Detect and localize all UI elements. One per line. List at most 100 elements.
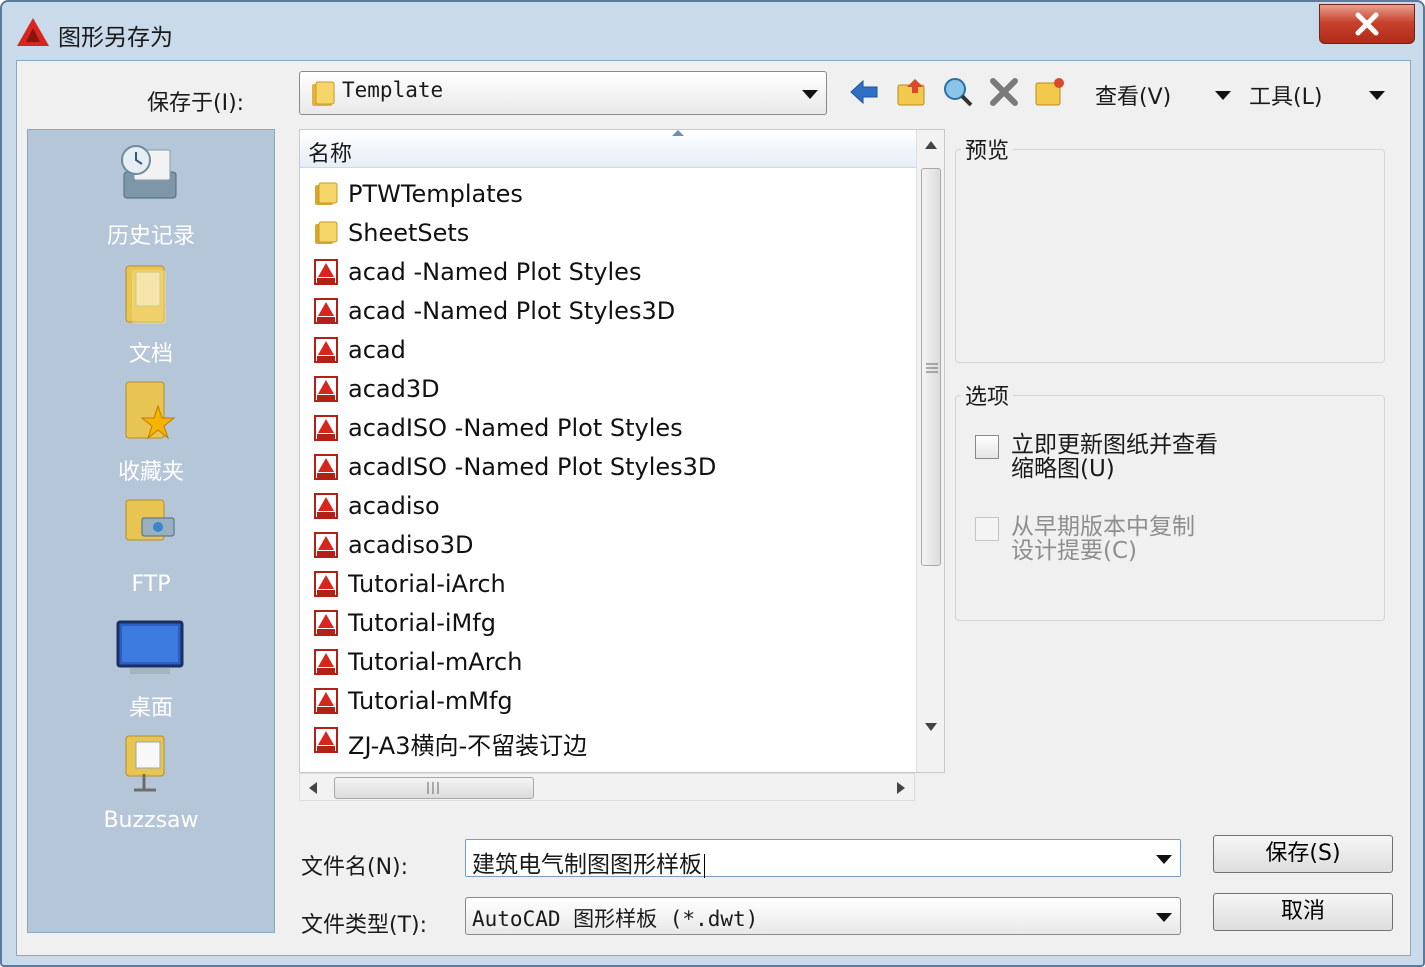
search-web-icon[interactable] [941, 75, 975, 109]
dwt-template-icon [314, 415, 338, 441]
template-file-row[interactable]: ZJ-A3横向-不留装订边 [300, 720, 916, 760]
tools-menu-label[interactable]: 工具(L) [1249, 79, 1322, 111]
grip-icon [427, 782, 439, 794]
template-file-row[interactable]: Tutorial-iArch [300, 564, 916, 603]
places-bar: 历史记录 文档 收藏夹 FTP 桌面 Buzzsaw [27, 129, 275, 933]
autocad-logo-icon [17, 18, 49, 46]
desktop-icon [116, 620, 184, 674]
save-drawing-dialog: 图形另存为 保存于(I): Template 查看(V) 工具(L) 历史记录 … [0, 0, 1425, 967]
scroll-right-icon[interactable] [896, 781, 906, 795]
place-buzzsaw[interactable]: Buzzsaw [28, 724, 274, 840]
place-label: 文档 [128, 342, 173, 367]
column-header-label: 名称 [308, 142, 353, 167]
file-name: acad3D [348, 375, 440, 403]
update-thumbnail-checkbox[interactable] [975, 435, 999, 459]
name-column-header[interactable]: 名称 [300, 130, 916, 168]
documents-folder-icon [125, 265, 166, 324]
filetype-dropdown-icon[interactable] [1156, 913, 1172, 922]
window-title: 图形另存为 [58, 25, 173, 51]
file-name: ZJ-A3横向-不留装订边 [348, 732, 588, 760]
dialog-body: 保存于(I): Template 查看(V) 工具(L) 历史记录 文档 收藏夹… [16, 60, 1411, 956]
cancel-button[interactable]: 取消 [1213, 893, 1393, 931]
text-caret [704, 853, 705, 878]
update-thumbnail-label[interactable]: 立即更新图纸并查看 缩略图(U) [1011, 433, 1218, 481]
template-file-row[interactable]: acad [300, 330, 916, 369]
template-file-row[interactable]: Tutorial-mMfg [300, 681, 916, 720]
ftp-folder-icon [125, 499, 175, 541]
file-name: Tutorial-mArch [348, 648, 523, 676]
back-arrow-icon[interactable] [847, 75, 881, 109]
options-title: 选项 [961, 379, 1014, 411]
place-label: 收藏夹 [117, 460, 184, 485]
filetype-combobox[interactable]: AutoCAD 图形样板 (*.dwt) [465, 897, 1181, 935]
filename-input[interactable]: 建筑电气制图图形样板 [465, 839, 1181, 878]
dwt-template-icon [314, 493, 338, 519]
template-file-row[interactable]: acad -Named Plot Styles [300, 252, 916, 291]
template-file-row[interactable]: Tutorial-mArch [300, 642, 916, 681]
view-menu-label[interactable]: 查看(V) [1095, 79, 1171, 111]
title-bar[interactable]: 图形另存为 [2, 2, 1423, 60]
new-folder-icon[interactable] [1033, 75, 1067, 109]
filename-dropdown-icon[interactable] [1156, 855, 1172, 864]
file-name: PTWTemplates [348, 180, 523, 208]
filename-label: 文件名(N): [301, 855, 409, 880]
dwt-template-icon [314, 259, 338, 285]
chevron-down-icon[interactable] [802, 90, 818, 99]
file-name: Tutorial-mMfg [348, 687, 513, 715]
template-file-row[interactable]: acadISO -Named Plot Styles3D [300, 447, 916, 486]
copy-design-feed-label: 从早期版本中复制 设计提要(C) [1011, 515, 1195, 563]
template-file-row[interactable]: acadiso [300, 486, 916, 525]
place-favorites[interactable]: 收藏夹 [28, 370, 274, 486]
folder-row[interactable]: SheetSets [300, 213, 916, 252]
option-line: 从早期版本中复制 [1011, 514, 1195, 540]
place-documents[interactable]: 文档 [28, 252, 274, 368]
scroll-left-icon[interactable] [308, 781, 318, 795]
place-history[interactable]: 历史记录 [28, 134, 274, 250]
dwt-template-icon [314, 454, 338, 480]
template-file-row[interactable]: acadISO -Named Plot Styles [300, 408, 916, 447]
place-label: 桌面 [128, 696, 173, 721]
file-name: SheetSets [348, 219, 470, 247]
dwt-template-icon [314, 688, 338, 714]
place-desktop[interactable]: 桌面 [28, 606, 274, 722]
folder-icon [315, 182, 338, 205]
up-folder-icon[interactable] [895, 75, 929, 109]
grip-icon [926, 363, 938, 373]
buzzsaw-folder-icon [125, 735, 165, 792]
file-name: acad -Named Plot Styles [348, 258, 642, 286]
vertical-scrollbar[interactable] [916, 130, 944, 772]
vertical-scroll-thumb[interactable] [921, 168, 941, 566]
horizontal-scrollbar[interactable] [299, 773, 915, 801]
filetype-label: 文件类型(T): [301, 913, 428, 938]
dwt-template-icon [314, 649, 338, 675]
file-list[interactable]: 名称 PTWTemplates SheetSets acad -Named Plot… [299, 129, 945, 773]
save-in-combobox[interactable]: Template [299, 71, 827, 115]
preview-title: 预览 [961, 133, 1014, 165]
options-group [955, 395, 1385, 621]
template-file-row[interactable]: acadiso3D [300, 525, 916, 564]
horizontal-scroll-thumb[interactable] [334, 777, 534, 799]
history-icon [121, 145, 177, 199]
template-file-row[interactable]: acad3D [300, 369, 916, 408]
dwt-template-icon [314, 610, 338, 636]
scroll-up-icon[interactable] [924, 140, 938, 150]
favorites-folder-icon [125, 381, 176, 440]
close-button[interactable] [1319, 4, 1415, 44]
filetype-value: AutoCAD 图形样板 (*.dwt) [472, 907, 759, 931]
save-button[interactable]: 保存(S) [1213, 835, 1393, 873]
copy-design-feed-checkbox [975, 517, 999, 541]
folder-row[interactable]: PTWTemplates [300, 174, 916, 213]
dwt-template-icon [314, 376, 338, 402]
delete-icon[interactable] [987, 75, 1021, 109]
view-menu-chevron-icon[interactable] [1215, 91, 1231, 100]
place-ftp[interactable]: FTP [28, 488, 274, 604]
template-file-row[interactable]: acad -Named Plot Styles3D [300, 291, 916, 330]
tools-menu-chevron-icon[interactable] [1369, 91, 1385, 100]
save-in-value: Template [342, 78, 444, 102]
option-line: 设计提要(C) [1011, 538, 1138, 564]
template-file-row[interactable]: Tutorial-iMfg [300, 603, 916, 642]
file-name: acad -Named Plot Styles3D [348, 297, 676, 325]
scroll-down-icon[interactable] [924, 722, 938, 732]
file-name: acad [348, 336, 406, 364]
file-name: acadiso [348, 492, 440, 520]
